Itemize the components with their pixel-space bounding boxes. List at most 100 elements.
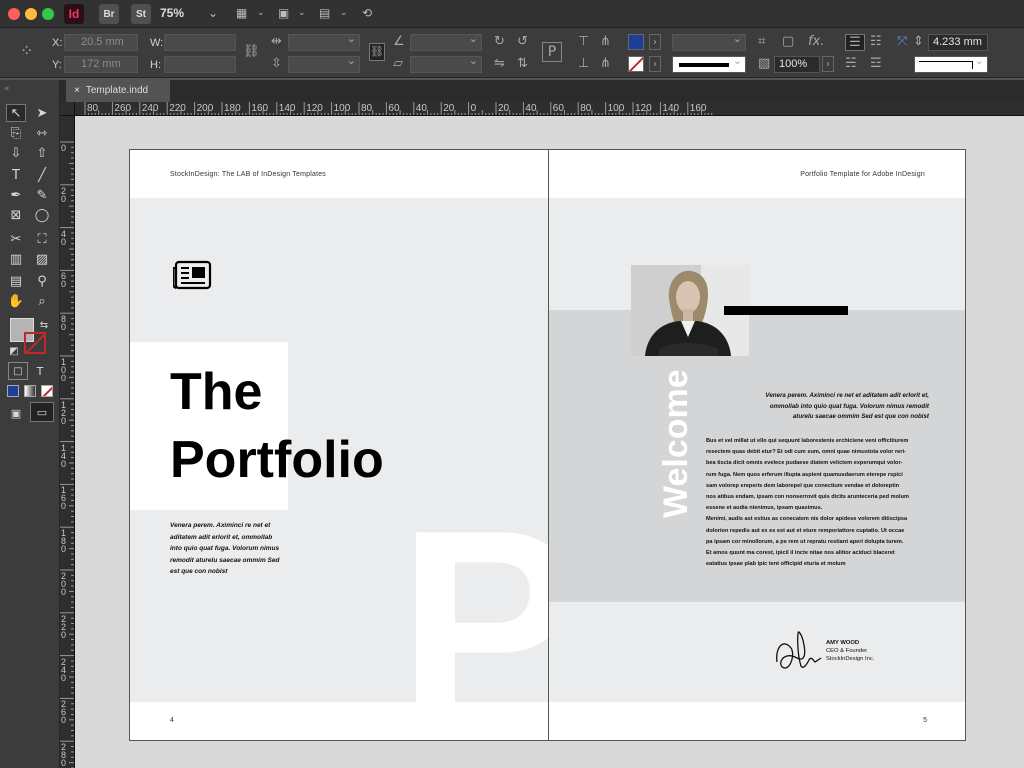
constrain-proportions-icon[interactable]: ⛓ [243, 44, 260, 60]
formatting-text-icon[interactable]: T [30, 362, 50, 380]
title-line-1: The [170, 363, 263, 421]
stroke-color-icon[interactable] [24, 332, 46, 354]
line-tool-icon[interactable]: ╱ [32, 166, 52, 184]
scissors-tool-icon[interactable]: ✂ [6, 230, 26, 248]
opacity-chevron-icon[interactable]: › [822, 56, 834, 72]
flip-horizontal-icon[interactable]: ⇋ [494, 56, 505, 72]
default-colors-icon[interactable]: ◩ [4, 342, 24, 360]
gap-tool-icon[interactable]: ⇿ [32, 124, 52, 142]
fx-button[interactable]: fx. [808, 34, 824, 50]
arrange-chevron-icon[interactable]: ⌄ [340, 8, 348, 18]
h-ruler-label: 120 [635, 103, 652, 114]
direct-selection-tool-icon[interactable]: ➤ [32, 104, 52, 122]
view-options-chevron-icon[interactable]: ⌄ [257, 8, 265, 18]
zoom-dropdown-chevron-icon[interactable]: ⌄ [208, 6, 218, 20]
w-field[interactable] [164, 34, 236, 51]
pen-tool-icon[interactable]: ✒ [6, 186, 26, 204]
gradient-swatch-tool-icon[interactable]: ▥ [6, 250, 26, 268]
select-next-icon[interactable]: ⋔ [600, 56, 611, 72]
preview-mode-icon[interactable]: ▭ [30, 402, 54, 422]
stroke-stepper-icon[interactable]: ⇕ [913, 34, 924, 50]
normal-view-mode-icon[interactable]: ▣ [6, 404, 26, 422]
view-options-icon[interactable]: ▦ [236, 6, 247, 20]
drop-shadow-icon[interactable]: ▢ [782, 34, 794, 50]
left-page[interactable]: StockInDesign: The LAB of InDesign Templ… [129, 149, 549, 741]
v-ruler-label: 280 [61, 742, 67, 768]
stroke-weight-dropdown[interactable] [672, 32, 746, 51]
stock-button[interactable]: St [131, 4, 151, 24]
horizontal-ruler[interactable]: 80 260 240 220 200 180 160 140 120 100 80 60 40 20 0 20… [75, 102, 1024, 116]
fill-swatch[interactable] [628, 34, 644, 50]
arrange-documents-icon[interactable]: ▤ [319, 6, 330, 20]
apply-none-icon[interactable] [41, 385, 53, 397]
x-field[interactable]: 20.5 mm [64, 34, 138, 51]
text-frame-options-icon[interactable]: ☲ [870, 56, 882, 72]
rotation-dropdown[interactable] [410, 32, 482, 51]
fill-menu-chevron-icon[interactable]: › [649, 34, 661, 50]
indesign-logo: Id [64, 4, 84, 24]
close-tab-icon[interactable]: × [74, 85, 80, 96]
constrain-scale-icon[interactable]: ⛓ [369, 43, 385, 61]
rotate-cw-icon[interactable]: ↻ [494, 34, 505, 50]
ellipse-tool-icon[interactable]: ◯ [32, 206, 52, 224]
swap-fill-stroke-icon[interactable]: ⇆ [34, 316, 54, 334]
select-previous-icon[interactable]: ⋔ [600, 34, 611, 50]
stroke-menu-chevron-icon[interactable]: › [649, 56, 661, 72]
panel-collapse-icon[interactable]: « [4, 84, 10, 94]
reference-point-icon[interactable]: ⁘ [20, 43, 33, 59]
left-page-number: 4 [170, 717, 174, 724]
page-tool-icon[interactable]: ⎘ [6, 124, 26, 142]
rectangle-frame-tool-icon[interactable]: ⊠ [6, 206, 26, 224]
rotate-ccw-icon[interactable]: ↺ [517, 34, 528, 50]
quote-line: aturelu saecae ommim Sed est que con nob… [792, 413, 929, 420]
select-content-icon[interactable]: ⊥ [578, 56, 589, 72]
formatting-container-icon[interactable]: □ [8, 362, 28, 380]
corner-shape-dropdown[interactable] [914, 54, 988, 73]
publish-online-icon[interactable]: ⟲ [362, 6, 372, 20]
close-window-button[interactable] [8, 8, 20, 20]
gradient-feather-tool-icon[interactable]: ▨ [32, 250, 52, 268]
selection-tool-icon[interactable]: ↖ [6, 104, 26, 122]
vertical-ruler[interactable]: 0 20 40 60 80 100 120 140 160 180 200 220 240 260 280 [60, 116, 75, 768]
zoom-tool-icon[interactable]: ⌕ [32, 292, 52, 310]
zoom-window-button[interactable] [42, 8, 54, 20]
content-placer-icon[interactable]: ⇧ [32, 144, 52, 162]
screen-mode-icon[interactable]: ▣ [278, 6, 289, 20]
select-container-icon[interactable]: ⊤ [578, 34, 589, 50]
proxy-p-icon[interactable]: P [542, 42, 562, 62]
right-page[interactable]: Portfolio Template for Adobe InDesign We… [548, 149, 966, 741]
y-field[interactable]: 172 mm [64, 56, 138, 73]
h-ruler-label: 80 [580, 103, 592, 114]
title-line-2: Portfolio [170, 431, 384, 489]
pencil-tool-icon[interactable]: ✎ [32, 186, 52, 204]
stroke-swatch[interactable] [628, 56, 644, 72]
h-field[interactable] [164, 56, 236, 73]
apply-color-icon[interactable] [7, 385, 19, 397]
pasteboard[interactable]: StockInDesign: The LAB of InDesign Templ… [75, 116, 1024, 768]
align-text-left-icon[interactable]: ☰ [845, 34, 865, 51]
zoom-level[interactable]: 75% [160, 6, 184, 20]
frame-fitting-icon[interactable]: ⌗ [758, 34, 765, 50]
scale-x-dropdown[interactable] [288, 32, 360, 51]
stroke-type-dropdown[interactable] [672, 54, 746, 73]
minimize-window-button[interactable] [25, 8, 37, 20]
ruler-origin[interactable] [60, 102, 75, 116]
shear-dropdown[interactable] [410, 54, 482, 73]
opacity-field[interactable]: 100% [774, 56, 820, 73]
apply-gradient-icon[interactable] [24, 385, 36, 397]
text-wrap-icon[interactable]: ☵ [845, 56, 857, 72]
hand-tool-icon[interactable]: ✋ [6, 292, 26, 310]
note-tool-icon[interactable]: ▤ [6, 272, 26, 290]
flip-vertical-icon[interactable]: ⇅ [517, 56, 528, 72]
stroke-weight-field[interactable]: 4.233 mm [928, 34, 988, 51]
align-text-center-icon[interactable]: ☷ [870, 34, 882, 50]
bridge-button[interactable]: Br [99, 4, 119, 24]
scale-y-dropdown[interactable] [288, 54, 360, 73]
type-tool-icon[interactable]: T [6, 166, 26, 184]
document-tab[interactable]: × Template.indd [66, 80, 170, 102]
free-transform-tool-icon[interactable]: ⛶ [32, 230, 52, 248]
eyedropper-tool-icon[interactable]: ⚲ [32, 272, 52, 290]
screen-mode-chevron-icon[interactable]: ⌄ [298, 8, 306, 18]
h-ruler-label: 120 [306, 103, 323, 114]
content-collector-icon[interactable]: ⇩ [6, 144, 26, 162]
